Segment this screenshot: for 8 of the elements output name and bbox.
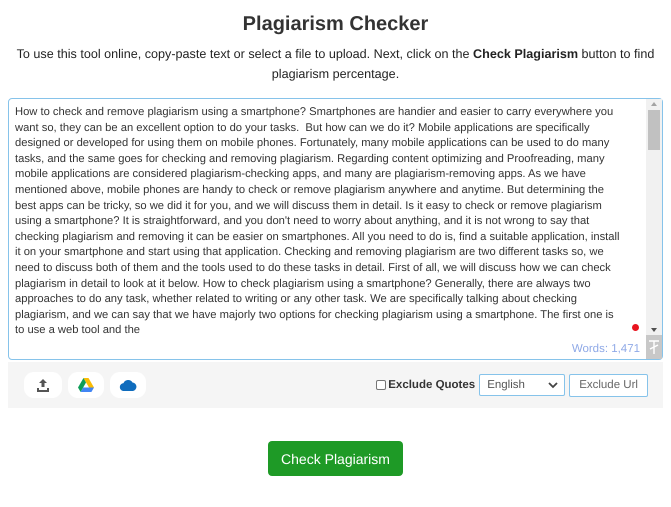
check-plagiarism-button[interactable]: Check Plagiarism (268, 441, 403, 476)
input-text: How to check and remove plagiarism using a smartphone? Smartphones are handier and easier to carry everywhere you want so, they can be an excellent option to do your tasks. But how can we do it? Mobile applications are specifically designed or developed for using them on mobile phones. Fortunately, many mobile applications can be used to do many tasks, and the same goes for checking and removing plagiarism. Regarding content optimizing and Proofreading, many mobile applications are considered plagiarism-checking apps, and many are plagiarism-removing apps. As we have mentioned above, mobile phones are handy to check or remove plagiarism anywhere and anytime. But determining the best apps can be tricky, so we did it for you, and we will discuss them in detail. Is it easy to check or remove plagiarism using a smartphone? It is straightforward, and you don't need to worry about anything, and it is not wrong to say that checking plagiarism and removing it can be easier on smartphones. All you need to do is, find a suitable application, install it on your smartphone and start using that application. Checking and removing plagiarism are two different tasks so, we need to discuss both of them and the tools used to do these tasks in detail. First of all, we will discuss how we can check plagiarism in detail to look at it below. How to check plagiarism using a smartphone? Generally, there are always two approaches to do any task, whether related to writing or any other task. We are specifically talking about checking plagiarism, and we can say that we have majorly two options for checking plagiarism using a smartphone. The first one is to use a web tool and the (14, 105, 620, 338)
exclude-url-button[interactable]: Exclude Url (569, 374, 648, 396)
word-count: Words: 1,471 (572, 343, 640, 355)
instructions-text: To use this tool online, copy-paste text or select a file to upload. Next, click on the Check Plagiarism button to find plagiarism percentage. (16, 46, 656, 83)
exclude-quotes-label: Exclude Quotes (388, 379, 476, 391)
page-title: Plagiarism Checker (242, 12, 430, 37)
language-dropdown[interactable]: English (479, 374, 566, 396)
